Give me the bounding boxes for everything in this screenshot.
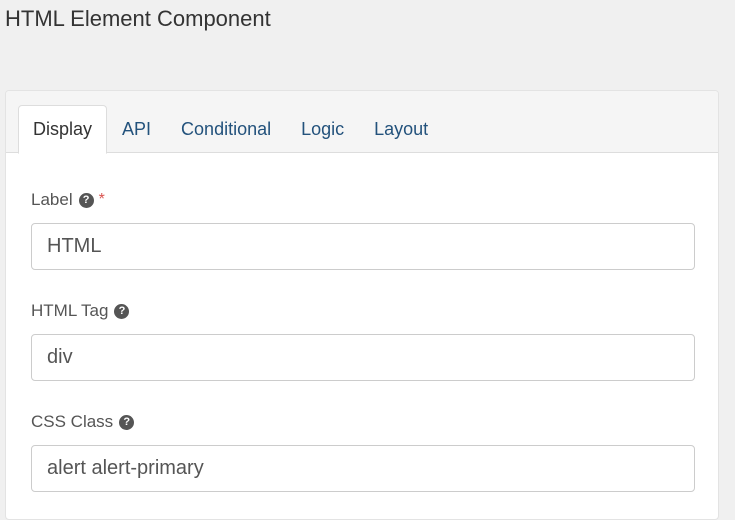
- tabs: Display API Conditional Logic Layout: [18, 105, 443, 154]
- label-form-group: Label ? *: [31, 189, 695, 270]
- tab-display[interactable]: Display: [18, 105, 108, 154]
- html-tag-field-label: HTML Tag ?: [31, 300, 695, 322]
- html-tag-form-group: HTML Tag ?: [31, 300, 695, 381]
- css-class-form-group: CSS Class ?: [31, 411, 695, 492]
- tab-logic[interactable]: Logic: [286, 105, 359, 153]
- label-field-label: Label ? *: [31, 189, 695, 211]
- label-input[interactable]: [31, 223, 695, 270]
- css-class-field-text: CSS Class: [31, 412, 114, 431]
- css-class-field-label: CSS Class ?: [31, 411, 695, 433]
- required-marker: *: [98, 191, 105, 208]
- component-settings-panel: Display API Conditional Logic Layout Lab…: [5, 90, 719, 520]
- label-field-text: Label: [31, 190, 73, 209]
- html-tag-input[interactable]: [31, 334, 695, 381]
- tab-api[interactable]: API: [107, 105, 166, 153]
- css-class-input[interactable]: [31, 445, 695, 492]
- tab-bar: Display API Conditional Logic Layout: [6, 91, 718, 154]
- question-circle-icon[interactable]: ?: [114, 303, 130, 319]
- page-title: HTML Element Component: [5, 6, 271, 31]
- tab-layout[interactable]: Layout: [359, 105, 443, 153]
- tab-conditional[interactable]: Conditional: [166, 105, 286, 153]
- question-circle-icon[interactable]: ?: [78, 192, 94, 208]
- html-tag-field-text: HTML Tag: [31, 301, 109, 320]
- question-circle-icon[interactable]: ?: [119, 414, 135, 430]
